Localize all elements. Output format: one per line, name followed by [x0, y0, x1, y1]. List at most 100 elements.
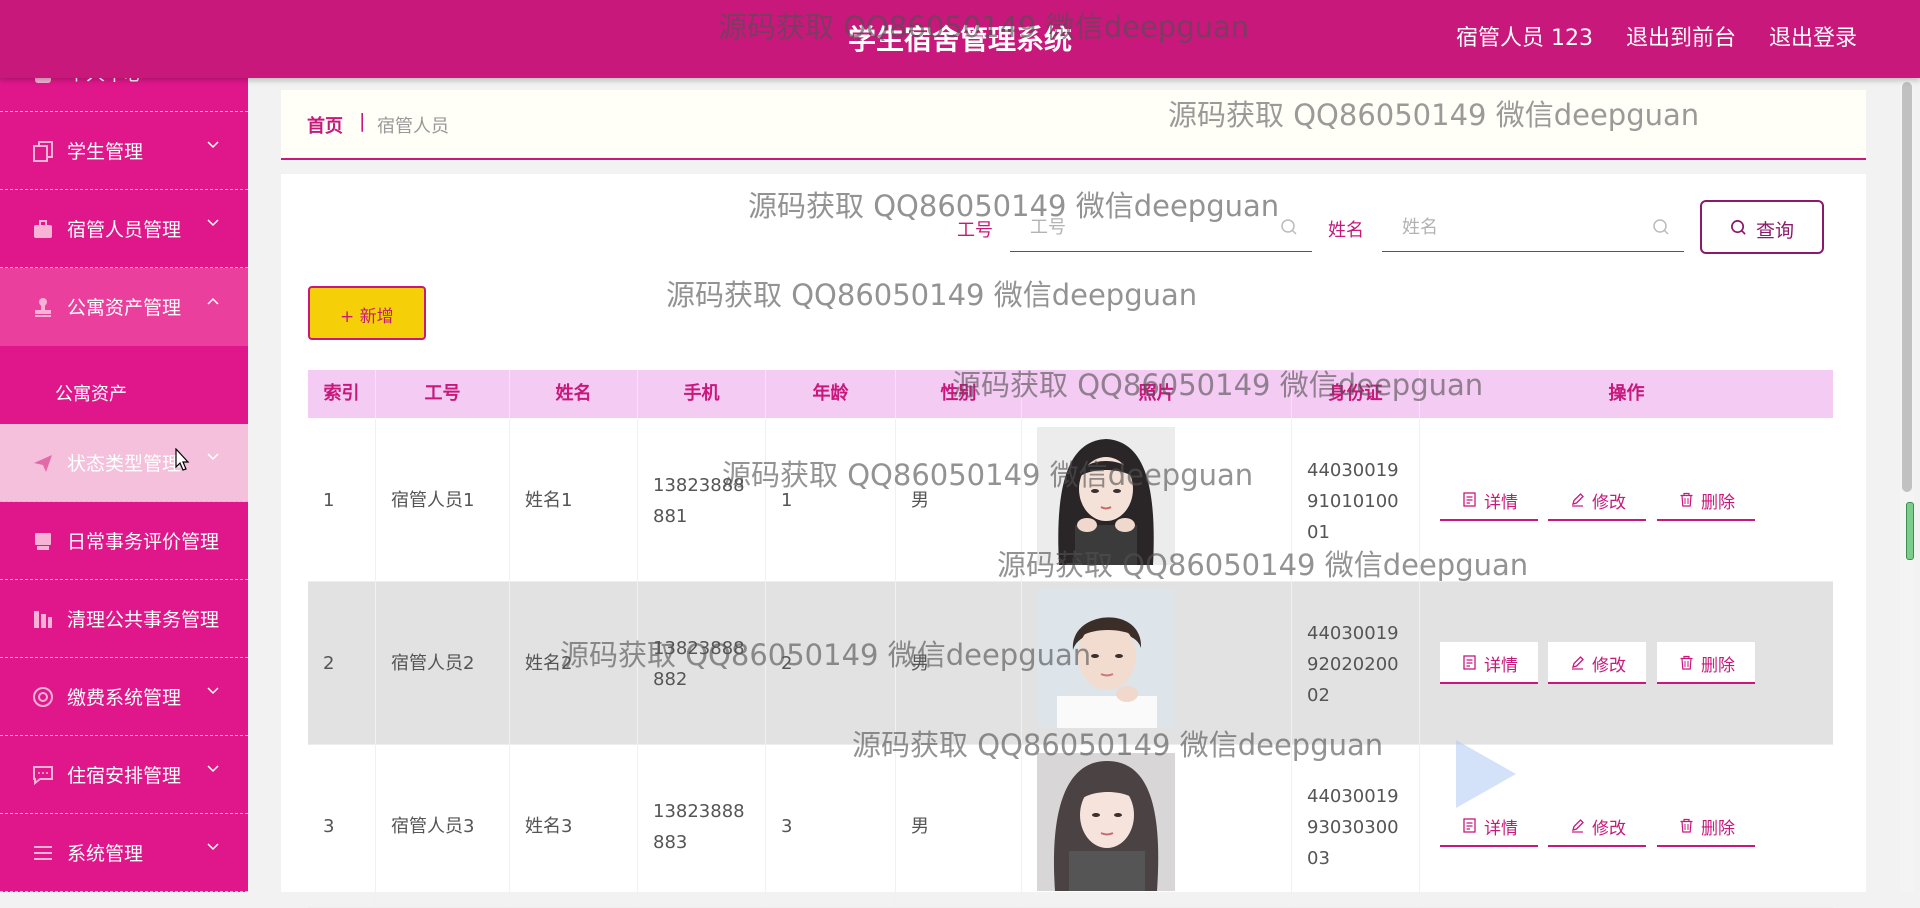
- list-icon: [34, 846, 52, 860]
- col-header-phone: 手机: [638, 370, 766, 418]
- briefcase-icon: [34, 220, 52, 238]
- sidebar-item-apartment-assets[interactable]: 公寓资产管理: [0, 268, 248, 346]
- table-row: 1 宿管人员1 姓名1 13823888881 1 男 440300199101…: [308, 419, 1833, 582]
- sidebar-item-accommodation[interactable]: 住宿安排管理: [0, 736, 248, 814]
- document-icon: [1463, 492, 1476, 507]
- col-header-id-card: 身份证: [1292, 370, 1420, 418]
- col-header-photo: 照片: [1022, 370, 1292, 418]
- cell-name: 姓名2: [525, 653, 573, 674]
- copy-icon: [33, 141, 53, 162]
- col-header-age: 年龄: [766, 370, 896, 418]
- table-header-row: 索引 工号 姓名 手机 年龄 性别 照片 身份证 操作: [308, 370, 1833, 418]
- pencil-icon: [1572, 819, 1584, 833]
- document-icon: [1463, 818, 1476, 833]
- chevron-down-icon: [207, 765, 219, 773]
- send-icon: [34, 455, 52, 472]
- col-header-job-no: 工号: [376, 370, 510, 418]
- sidebar-item-students[interactable]: 学生管理: [0, 112, 248, 190]
- cell-gender: 男: [911, 490, 929, 511]
- job-no-label: 工号: [957, 220, 993, 241]
- trash-icon: [1680, 492, 1693, 507]
- trash-icon: [1680, 655, 1693, 670]
- sidebar-item-label: 住宿安排管理: [67, 765, 182, 787]
- chevron-down-icon: [207, 687, 219, 695]
- play-logo-icon: [1456, 740, 1516, 808]
- user-icon: [35, 78, 51, 83]
- detail-button-label: 详情: [1484, 819, 1518, 839]
- job-no-input[interactable]: [1010, 202, 1282, 252]
- header-links: 宿管人员 123 退出到前台 退出登录: [1456, 20, 1857, 52]
- front-page-link[interactable]: 退出到前台: [1626, 20, 1736, 52]
- page-scrollbar[interactable]: [1900, 80, 1914, 892]
- col-header-actions: 操作: [1608, 383, 1645, 404]
- sidebar-item-status-types[interactable]: 状态类型管理: [0, 424, 248, 502]
- lifebuoy-icon: [33, 687, 53, 707]
- chevron-up-icon: [207, 297, 219, 305]
- cell-job-no: 宿管人员2: [391, 653, 475, 674]
- sidebar-subitem-apartment-assets[interactable]: 公寓资产: [0, 358, 248, 424]
- pencil-icon: [1572, 493, 1584, 507]
- sidebar-item-label: 学生管理: [67, 141, 144, 163]
- name-input[interactable]: [1382, 202, 1654, 252]
- cell-job-no: 宿管人员3: [391, 816, 475, 837]
- delete-button-label: 删除: [1701, 493, 1735, 513]
- detail-button[interactable]: 详情: [1440, 479, 1538, 521]
- sidebar-item-dorm-staff[interactable]: 宿管人员管理: [0, 190, 248, 268]
- cell-age: 2: [781, 653, 793, 674]
- cell-name: 姓名1: [525, 490, 573, 511]
- query-button[interactable]: 查询: [1700, 200, 1824, 254]
- search-icon: [1653, 219, 1669, 235]
- add-button[interactable]: + 新增: [308, 286, 426, 340]
- scroll-indicator: [1906, 502, 1914, 560]
- add-button-text: 新增: [359, 307, 394, 327]
- detail-button-label: 详情: [1484, 656, 1518, 676]
- delete-button[interactable]: 删除: [1657, 805, 1755, 847]
- cell-age: 3: [781, 816, 793, 837]
- col-header-gender: 性别: [896, 370, 1022, 418]
- staff-photo[interactable]: [1037, 590, 1175, 728]
- content-panel: 工号 姓名 查询 + 新增 索引 工号 姓名 手机 年龄 性别 照片 身份证 操…: [281, 174, 1866, 908]
- building-icon: [34, 611, 52, 628]
- sidebar-subitem-label: 公寓资产: [55, 384, 127, 405]
- mouse-cursor-icon: [175, 448, 190, 471]
- detail-button[interactable]: 详情: [1440, 642, 1538, 684]
- cell-age: 1: [781, 490, 793, 511]
- breadcrumb-separator: |: [359, 110, 366, 132]
- edit-button-label: 修改: [1592, 819, 1626, 839]
- edit-button[interactable]: 修改: [1548, 642, 1646, 684]
- sidebar-item-system[interactable]: 系统管理: [0, 814, 248, 892]
- breadcrumb-home[interactable]: 首页: [307, 112, 343, 138]
- cell-name: 姓名3: [525, 816, 573, 837]
- sidebar-item-payment[interactable]: 缴费系统管理: [0, 658, 248, 736]
- stamp-icon: [35, 298, 51, 317]
- logout-link[interactable]: 退出登录: [1769, 20, 1857, 52]
- delete-button[interactable]: 删除: [1657, 642, 1755, 684]
- chevron-down-icon: [207, 453, 219, 461]
- cell-phone: 13823888883: [653, 801, 745, 853]
- edit-button[interactable]: 修改: [1548, 479, 1646, 521]
- current-user: 宿管人员 123: [1455, 26, 1593, 51]
- cell-id-card: 440300199101010001: [1307, 460, 1399, 543]
- cell-id-card: 440300199303030003: [1307, 786, 1399, 869]
- table-row: 3 宿管人员3 姓名3 13823888883 3 男 440300199303…: [308, 745, 1833, 908]
- cell-phone: 13823888882: [653, 638, 745, 690]
- sidebar-item-public-cleaning[interactable]: 清理公共事务管理: [0, 580, 248, 658]
- add-button-label: + 新增: [340, 307, 394, 327]
- col-header-index: 索引: [308, 370, 376, 418]
- cell-id-card: 440300199202020002: [1307, 623, 1399, 706]
- sidebar-item-label: 日常事务评价管理: [67, 531, 220, 553]
- sidebar-item-daily-evaluation[interactable]: 日常事务评价管理: [0, 502, 248, 580]
- search-icon: [1281, 219, 1297, 235]
- staff-photo[interactable]: [1037, 427, 1175, 565]
- sidebar: 个人中心 学生管理 宿管人员管理 公寓资产管理 公寓资产 状态类型管理 日常事务…: [0, 78, 248, 892]
- sidebar-item-profile[interactable]: 个人中心: [0, 78, 248, 112]
- edit-button[interactable]: 修改: [1548, 805, 1646, 847]
- scrollbar-thumb[interactable]: [1902, 82, 1912, 492]
- sidebar-item-label: 状态类型管理: [67, 453, 182, 475]
- search-icon: [1731, 220, 1746, 235]
- breadcrumb: 首页 | 宿管人员: [281, 90, 1866, 160]
- name-search-box: [1382, 202, 1684, 252]
- delete-button[interactable]: 删除: [1657, 479, 1755, 521]
- staff-photo[interactable]: [1037, 753, 1175, 891]
- top-header: 学生宿舍管理系统 宿管人员 123 退出到前台 退出登录: [0, 0, 1920, 78]
